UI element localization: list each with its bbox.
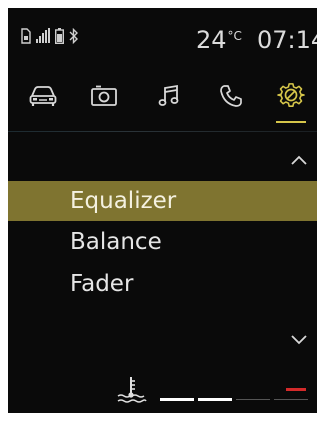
menu-item-label: Fader xyxy=(70,271,134,297)
battery-icon xyxy=(55,28,64,44)
menu-item-fader[interactable]: Fader xyxy=(8,264,317,304)
active-tab-indicator xyxy=(276,121,306,123)
chevron-down-icon xyxy=(290,330,308,349)
tabs-divider xyxy=(8,131,317,132)
tab-phone[interactable] xyxy=(215,84,247,112)
instrument-display: 24°C 07:14 xyxy=(8,8,317,413)
gauge-segment-3 xyxy=(236,399,270,400)
temperature-unit: °C xyxy=(227,29,242,43)
chevron-up-icon xyxy=(290,151,308,170)
menu-item-equalizer[interactable]: Equalizer xyxy=(8,181,317,221)
scroll-up-button[interactable] xyxy=(290,151,308,165)
scroll-down-button[interactable] xyxy=(290,330,308,345)
settings-gear-icon xyxy=(277,82,305,114)
signal-bars-icon xyxy=(36,28,50,44)
menu-item-balance[interactable]: Balance xyxy=(8,222,317,262)
gauge-segment-4 xyxy=(274,399,308,400)
menu-item-label: Balance xyxy=(70,229,162,255)
music-note-icon xyxy=(156,83,182,113)
gauge-warning-marker xyxy=(286,388,306,391)
bluetooth-icon xyxy=(69,28,79,44)
tab-media[interactable] xyxy=(88,84,120,112)
sim-card-icon xyxy=(20,28,31,44)
car-icon xyxy=(28,84,58,112)
coolant-temperature-icon xyxy=(116,375,148,409)
category-tabs xyxy=(8,78,317,122)
media-icon xyxy=(90,84,118,112)
tab-vehicle[interactable] xyxy=(27,84,59,112)
clock: 07:14 xyxy=(257,26,317,54)
status-icons xyxy=(20,28,79,44)
gauge-segment-1 xyxy=(160,398,194,401)
tab-music[interactable] xyxy=(153,84,185,112)
menu-item-label: Equalizer xyxy=(70,188,177,214)
gauge-segment-2 xyxy=(198,398,232,401)
temperature-value: 24 xyxy=(196,26,227,54)
outside-temperature: 24°C xyxy=(196,26,242,54)
tab-settings[interactable] xyxy=(275,82,307,114)
phone-icon xyxy=(218,83,244,113)
